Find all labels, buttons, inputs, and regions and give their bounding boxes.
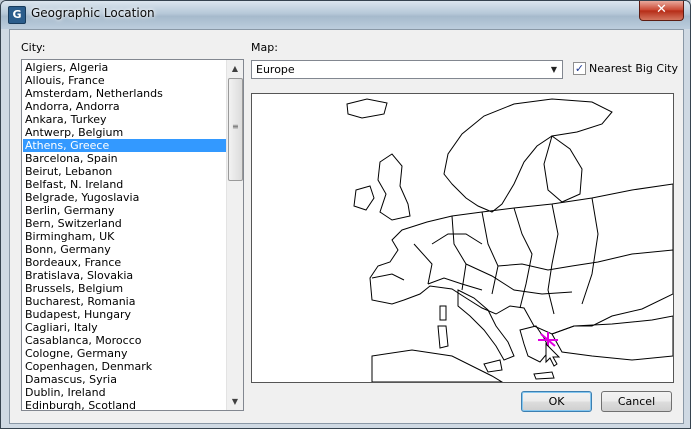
ok-button[interactable]: OK [521,391,592,412]
map-select[interactable]: Europe ▼ [251,60,563,79]
map-outline-continent [369,183,673,335]
map-border-11 [371,273,405,281]
list-item[interactable]: Brussels, Belgium [23,282,226,295]
list-item[interactable]: Edinburgh, Scotland [23,399,226,410]
list-item[interactable]: Dublin, Ireland [23,386,226,399]
list-item[interactable]: Andorra, Andorra [23,100,226,113]
list-item[interactable]: Bratislava, Slovakia [23,269,226,282]
map-outline-corsica [439,305,447,321]
map-border-7 [497,249,673,271]
cancel-button[interactable]: Cancel [601,391,672,412]
scroll-up-icon[interactable]: ▲ [227,60,243,77]
list-item[interactable]: Birmingham, UK [23,230,226,243]
city-label: City: [21,41,46,54]
list-item[interactable]: Allouis, France [23,74,226,87]
map-border-2 [451,215,467,291]
map-outline-north-africa [371,349,503,382]
map-border-9 [427,277,483,291]
dialog-client-area: City: Algiers, Algeria Allouis, France Ams… [9,29,684,424]
list-item[interactable]: Copenhagen, Denmark [23,360,226,373]
close-button[interactable]: ✕ [639,1,684,21]
title-bar[interactable]: G Geographic Location ✕ [1,1,690,29]
list-item[interactable]: Bucharest, Romania [23,295,226,308]
map-border-1 [413,243,433,285]
list-item[interactable]: Belgrade, Yugoslavia [23,191,226,204]
map-border-4 [513,207,533,309]
list-item[interactable]: Cagliari, Italy [23,321,226,334]
map-outline-sicily [483,359,503,373]
nearest-big-city-label[interactable]: Nearest Big City [589,62,678,75]
map-border-6 [581,197,599,305]
list-item-selected[interactable]: Athens, Greece [23,139,226,152]
city-list-scrollbar[interactable]: ▲ ≡ ▼ [226,60,243,410]
window-title: Geographic Location [31,6,155,20]
map-outline-sardinia [437,325,449,349]
city-listbox[interactable]: Algiers, Algeria Allouis, France Amsterdam… [21,59,244,411]
map-outline-iceland [346,98,388,119]
europe-map[interactable] [252,94,673,382]
chevron-down-icon[interactable]: ▼ [546,61,562,78]
map-view[interactable] [251,93,674,383]
list-item[interactable]: Cologne, Germany [23,347,226,360]
list-item[interactable]: Casablanca, Morocco [23,334,226,347]
list-item[interactable]: Bordeaux, France [23,256,226,269]
city-list: Algiers, Algeria Allouis, France Amsterdam… [23,61,226,410]
list-item[interactable]: Barcelona, Spain [23,152,226,165]
map-border-10 [431,233,483,245]
map-outline-crete [533,371,555,380]
map-border-3 [481,211,499,295]
scroll-thumb[interactable]: ≡ [228,78,243,181]
list-item[interactable]: Amsterdam, Netherlands [23,87,226,100]
map-label: Map: [251,41,278,54]
map-outline-turkey [551,315,673,361]
grip-icon: ≡ [232,122,239,131]
map-border-5 [547,203,559,315]
list-item[interactable]: Budapest, Hungary [23,308,226,321]
list-item[interactable]: Antwerp, Belgium [23,126,226,139]
list-item[interactable]: Ankara, Turkey [23,113,226,126]
map-outline-great-britain [377,153,411,221]
list-item[interactable]: Damascus, Syria [23,373,226,386]
map-select-value: Europe [256,63,295,76]
scroll-down-icon[interactable]: ▼ [227,393,243,410]
map-outline-ireland [353,185,375,211]
list-item[interactable]: Berlin, Germany [23,204,226,217]
dialog-window: G Geographic Location ✕ City: Algiers, A… [0,0,691,429]
app-icon: G [8,6,26,24]
list-item[interactable]: Bern, Switzerland [23,217,226,230]
nearest-big-city-checkbox[interactable]: ✓ [573,62,586,75]
list-item[interactable]: Bonn, Germany [23,243,226,256]
map-outline-finland [543,135,583,203]
map-outline-italy [457,289,515,361]
list-item[interactable]: Beirut, Lebanon [23,165,226,178]
mouse-cursor-icon [545,342,561,367]
map-outline-scandinavia [443,98,613,213]
list-item[interactable]: Algiers, Algeria [23,61,226,74]
list-item[interactable]: Belfast, N. Ireland [23,178,226,191]
